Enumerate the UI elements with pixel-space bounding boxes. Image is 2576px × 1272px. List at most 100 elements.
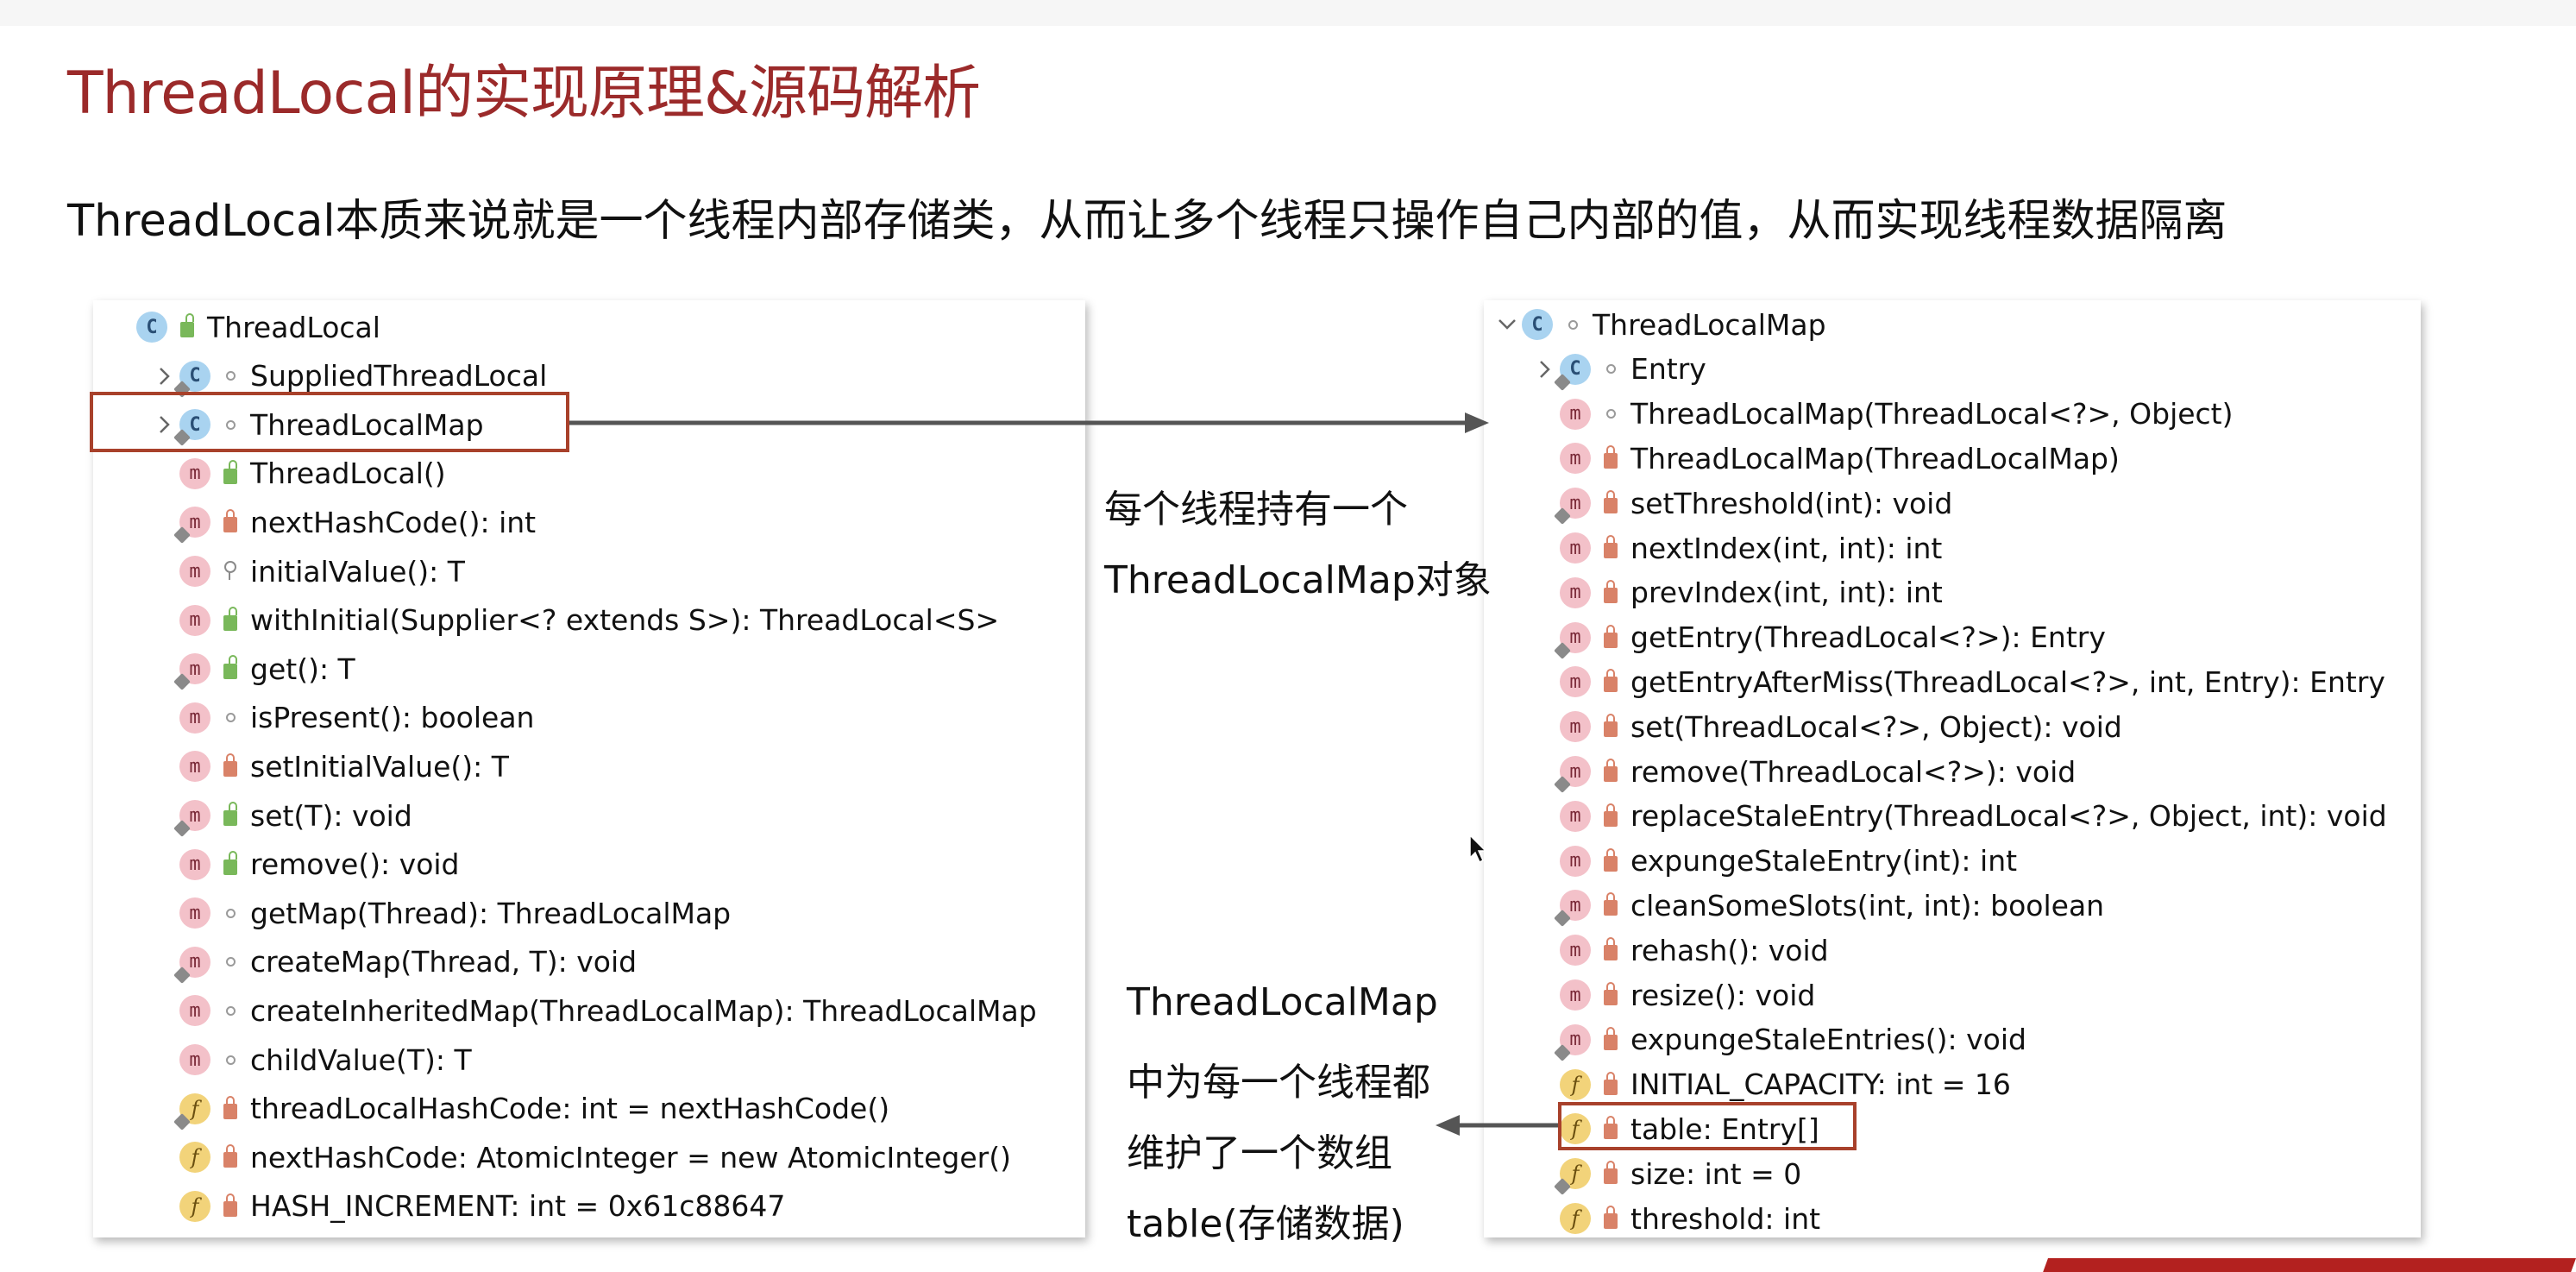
chevron-right-icon[interactable] (1530, 347, 1560, 392)
unlock-icon (219, 793, 242, 838)
package-visibility-icon (1599, 347, 1622, 392)
annotation-bottom-line1: ThreadLocalMap (1127, 980, 1438, 1024)
lock-icon (1599, 526, 1622, 570)
tree-row[interactable]: m setThreshold(int): void (1530, 481, 1952, 526)
tree-row[interactable]: f INITIAL_CAPACITY: int = 16 (1530, 1062, 2011, 1107)
method-icon: m (1554, 890, 1591, 928)
tree-row-label: isPresent(): boolean (250, 701, 535, 735)
tree-row[interactable]: f nextHashCode: AtomicInteger = new Atomi… (150, 1135, 1011, 1180)
package-visibility-icon (219, 891, 242, 935)
tree-row[interactable]: m remove(ThreadLocal<?>): void (1530, 749, 2076, 794)
tree-row[interactable]: m childValue(T): T (150, 1037, 472, 1082)
tree-row[interactable]: C ThreadLocal (107, 305, 380, 349)
method-icon: m (1560, 711, 1591, 743)
tree-row[interactable]: m get(): T (150, 646, 355, 691)
tree-row[interactable]: m set(T): void (150, 793, 412, 838)
annotation-top-line1: 每个线程持有一个 (1104, 488, 1408, 532)
tree-row[interactable]: f threadLocalHashCode: int = nextHashCode… (150, 1086, 889, 1131)
method-icon: m (179, 751, 210, 783)
top-band (0, 0, 2576, 26)
tree-row-label: expungeStaleEntries(): void (1630, 1023, 2026, 1057)
tree-row[interactable]: m nextHashCode(): int (150, 500, 536, 545)
field-icon: f (1560, 1203, 1591, 1234)
unlock-icon (219, 451, 242, 496)
tree-row-label: size: int = 0 (1630, 1156, 1802, 1191)
tree-row[interactable]: m resize(): void (1530, 973, 1815, 1017)
tree-row[interactable]: m initialValue(): T (150, 549, 465, 594)
lock-icon (1599, 659, 1622, 704)
method-icon: m (1554, 1023, 1591, 1061)
tree-row[interactable]: m getMap(Thread): ThreadLocalMap (150, 891, 731, 935)
tree-row[interactable]: m createInheritedMap(ThreadLocalMap): Thr… (150, 988, 1037, 1033)
class-icon: C (1554, 353, 1591, 391)
tree-row[interactable]: f threshold: int (1530, 1196, 1820, 1241)
tree-row-label: setThreshold(int): void (1630, 486, 1953, 520)
tree-row[interactable]: m expungeStaleEntries(): void (1530, 1017, 2026, 1062)
tree-row[interactable]: m withInitial(Supplier<? extends S>): Thr… (150, 598, 999, 643)
tree-row[interactable]: m cleanSomeSlots(int, int): boolean (1530, 883, 2104, 928)
tree-row[interactable]: f size: int = 0 (1530, 1151, 1801, 1196)
tree-row[interactable]: f HASH_INCREMENT: int = 0x61c88647 (150, 1184, 785, 1229)
tree-row-label: cleanSomeSlots(int, int): boolean (1630, 888, 2105, 923)
method-icon: m (173, 653, 210, 691)
tree-row[interactable]: m createMap(Thread, T): void (150, 940, 637, 985)
package-visibility-icon (219, 696, 242, 740)
tree-row[interactable]: m prevIndex(int, int): int (1530, 570, 1943, 615)
tree-row[interactable]: m rehash(): void (1530, 928, 1829, 973)
tree-row-label: initialValue(): T (250, 554, 465, 589)
tree-row-label: resize(): void (1630, 978, 1816, 1012)
tree-row[interactable]: C ThreadLocalMap (1492, 302, 1826, 347)
tree-row[interactable]: m remove(): void (150, 842, 460, 887)
tree-row[interactable]: m ThreadLocalMap(ThreadLocalMap) (1530, 436, 2120, 481)
chevron-down-icon[interactable] (1492, 302, 1522, 347)
tree-row-label: threshold: int (1630, 1201, 1821, 1236)
tree-row[interactable]: m setInitialValue(): T (150, 744, 509, 789)
tree-row-label: SuppliedThreadLocal (250, 359, 548, 394)
method-icon: m (179, 702, 210, 734)
method-icon: m (179, 897, 210, 929)
tree-row[interactable]: C Entry (1530, 347, 1706, 392)
field-icon: f (179, 1142, 210, 1174)
tree-row[interactable]: m ThreadLocal() (150, 451, 446, 496)
unlock-icon (219, 842, 242, 887)
tree-row[interactable]: m expungeStaleEntry(int): int (1530, 839, 2017, 884)
unlock-icon (219, 646, 242, 691)
lock-icon (1599, 839, 1622, 884)
tree-row[interactable]: m getEntry(ThreadLocal<?>): Entry (1530, 615, 2106, 660)
method-icon: m (179, 457, 210, 489)
tree-row[interactable]: m replaceStaleEntry(ThreadLocal<?>, Objec… (1530, 794, 2387, 839)
tree-row[interactable]: m set(ThreadLocal<?>, Object): void (1530, 704, 2122, 749)
tree-row-label: createInheritedMap(ThreadLocalMap): Thre… (250, 993, 1037, 1028)
tree-row-label: set(ThreadLocal<?>, Object): void (1630, 709, 2122, 744)
method-icon: m (1560, 398, 1591, 430)
tree-row-label: set(T): void (250, 798, 412, 833)
lock-icon (1599, 436, 1622, 481)
class-icon: C (136, 312, 167, 343)
lock-icon (1599, 704, 1622, 749)
method-icon: m (179, 848, 210, 880)
field-icon: f (179, 1190, 210, 1222)
tree-row-label: prevIndex(int, int): int (1630, 576, 1943, 610)
tree-row[interactable]: m nextIndex(int, int): int (1530, 526, 1942, 570)
tree-row[interactable]: m ThreadLocalMap(ThreadLocal<?>, Object) (1530, 392, 2234, 437)
method-icon: m (1554, 756, 1591, 793)
tree-row[interactable]: m isPresent(): boolean (150, 696, 534, 740)
tree-row[interactable]: m getEntryAfterMiss(ThreadLocal<?>, int, … (1530, 659, 2385, 704)
tree-row-label: createMap(Thread, T): void (250, 945, 638, 979)
